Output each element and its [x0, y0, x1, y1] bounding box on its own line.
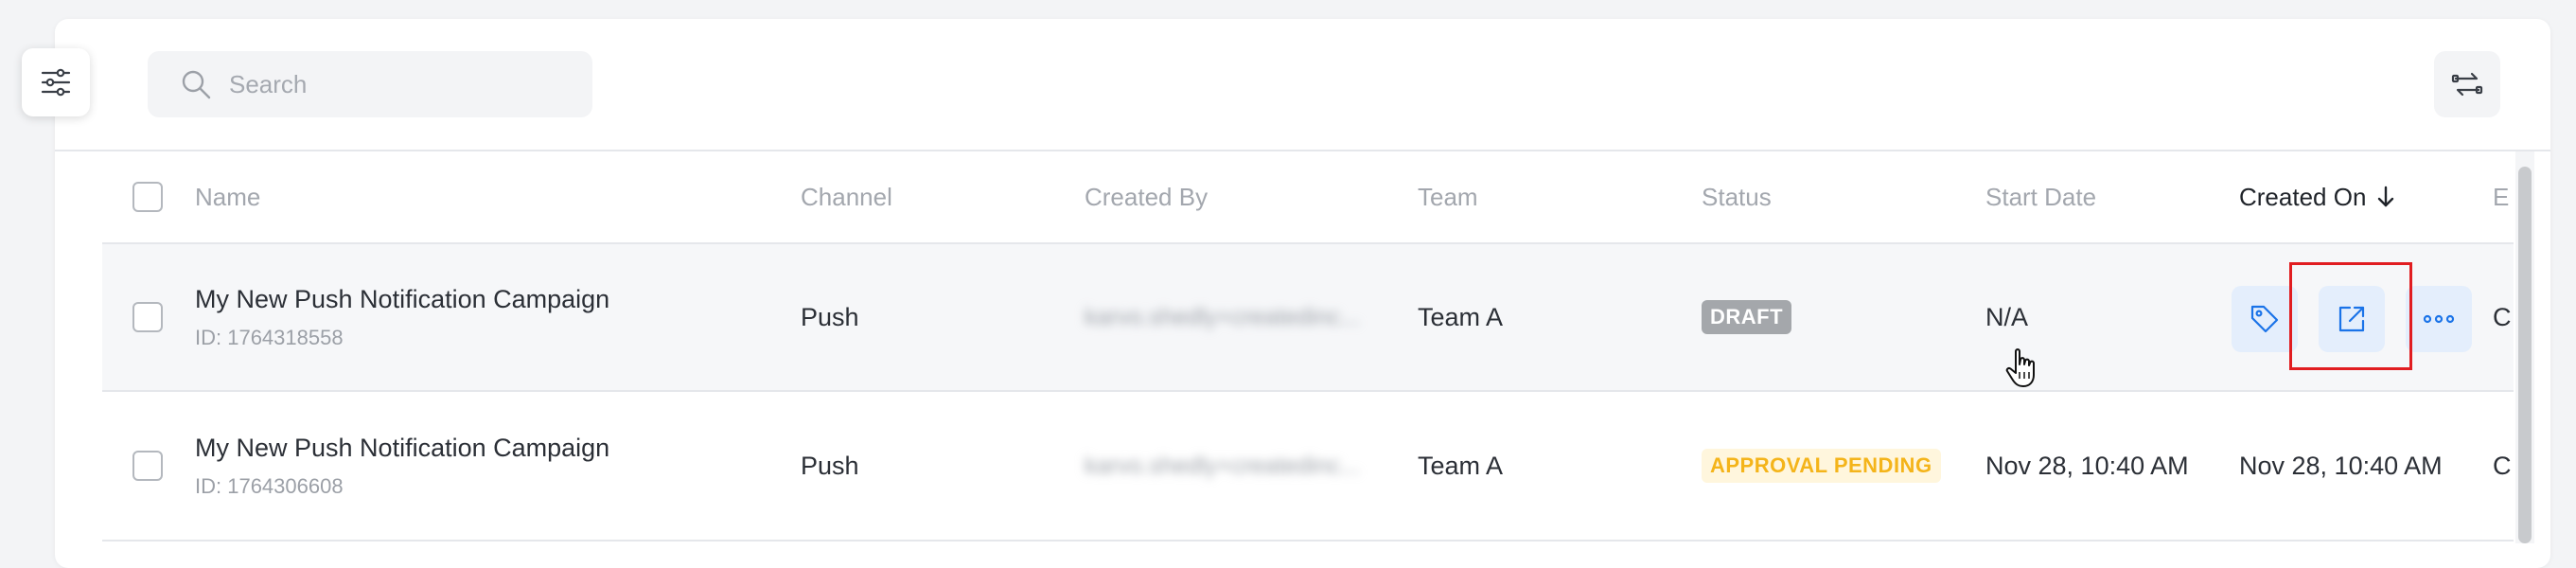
select-all-cell — [132, 151, 163, 242]
row-checkbox[interactable] — [132, 302, 163, 332]
row-select-cell — [132, 392, 163, 540]
column-header-created-on[interactable]: Created On — [2239, 151, 2396, 242]
channel-cell: Push — [801, 451, 859, 480]
campaign-name-cell[interactable]: My New Push Notification Campaign ID: 17… — [195, 392, 609, 540]
column-header-created-on-label: Created On — [2239, 182, 2367, 211]
more-horizontal-icon — [2423, 314, 2455, 324]
scrollbar-thumb[interactable] — [2518, 167, 2532, 543]
filter-button[interactable] — [22, 48, 90, 116]
campaign-name-cell[interactable]: My New Push Notification Campaign ID: 17… — [195, 244, 609, 390]
status-badge: DRAFT — [1702, 300, 1792, 334]
campaign-id: ID: 1764318558 — [195, 325, 344, 349]
hand-cursor-icon — [2004, 347, 2042, 394]
team-cell: Team A — [1418, 451, 1504, 480]
tag-icon — [2250, 305, 2279, 333]
column-header-truncated[interactable]: E — [2493, 151, 2509, 242]
start-date-cell: Nov 28, 10:40 AM — [1985, 451, 2189, 480]
search-input[interactable] — [229, 69, 570, 99]
column-header-start-date[interactable]: Start Date — [1985, 151, 2096, 242]
search-box[interactable] — [148, 51, 592, 117]
table-row[interactable]: My New Push Notification Campaign ID: 17… — [102, 242, 2514, 392]
column-header-name[interactable]: Name — [195, 151, 260, 242]
table-header-row: Name Channel Created By Team Status Star… — [102, 151, 2514, 242]
sliders-icon — [41, 68, 71, 97]
column-header-team[interactable]: Team — [1418, 151, 1478, 242]
column-header-created-by[interactable]: Created By — [1085, 151, 1208, 242]
campaign-table: Name Channel Created By Team Status Star… — [102, 151, 2514, 543]
status-cell: APPROVAL PENDING — [1702, 392, 1941, 540]
sort-down-arrow-icon — [2378, 186, 2394, 207]
swap-view-button[interactable] — [2434, 51, 2500, 117]
status-cell: DRAFT — [1702, 244, 1792, 390]
select-all-checkbox[interactable] — [132, 182, 163, 212]
created-by-cell: karvo.shedly+createdinc... — [1085, 303, 1361, 330]
truncated-cell: C — [2493, 302, 2512, 331]
team-cell: Team A — [1418, 302, 1504, 331]
column-header-channel[interactable]: Channel — [801, 151, 892, 242]
campaign-name[interactable]: My New Push Notification Campaign — [195, 285, 609, 314]
highlight-box — [2289, 262, 2412, 370]
row-checkbox[interactable] — [132, 451, 163, 481]
created-by-cell: karvo.shedly+createdinc... — [1085, 452, 1361, 479]
column-header-status[interactable]: Status — [1702, 151, 1772, 242]
campaign-id: ID: 1764306608 — [195, 473, 344, 498]
search-icon — [180, 68, 212, 100]
truncated-cell: C — [2493, 451, 2512, 480]
swap-arrows-icon — [2451, 72, 2483, 97]
row-select-cell — [132, 244, 163, 390]
channel-cell: Push — [801, 302, 859, 331]
more-actions-button[interactable] — [2406, 286, 2472, 352]
tag-button[interactable] — [2232, 286, 2298, 352]
campaign-name[interactable]: My New Push Notification Campaign — [195, 434, 609, 463]
status-badge: APPROVAL PENDING — [1702, 449, 1941, 483]
table-row[interactable]: My New Push Notification Campaign ID: 17… — [102, 392, 2514, 541]
created-on-cell: Nov 28, 10:40 AM — [2239, 451, 2443, 480]
